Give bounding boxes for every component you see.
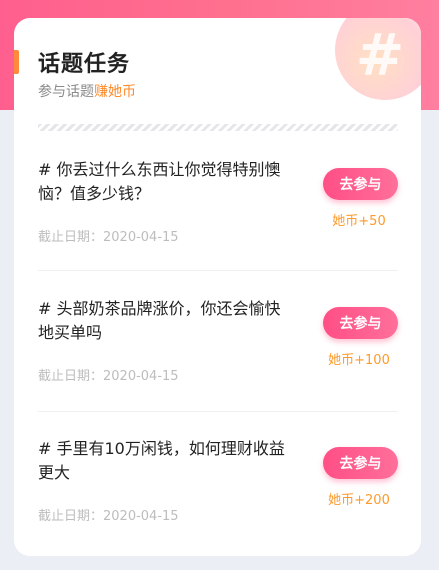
subtitle-highlight: 赚她币 — [94, 84, 136, 100]
row-divider — [38, 270, 398, 271]
task-title: # 你丢过什么东西让你觉得特别懊恼？值多少钱？ — [38, 160, 281, 203]
task-deadline: 截止日期：2020-04-15 — [38, 509, 179, 524]
task-deadline: 截止日期：2020-04-15 — [38, 230, 179, 245]
join-button[interactable]: 去参与 — [323, 307, 398, 339]
join-button[interactable]: 去参与 — [323, 168, 398, 200]
task-item: # 头部奶茶品牌涨价，你还会愉快地买单吗 截止日期：2020-04-15 去参与… — [38, 297, 398, 417]
task-title: # 头部奶茶品牌涨价，你还会愉快地买单吗 — [38, 299, 281, 342]
topic-task-card: # 话题任务 参与话题赚她币 # 你丢过什么东西让你觉得特别懊恼？值多少钱？ 截… — [14, 18, 421, 556]
task-item: # 手里有10万闲钱，如何理财收益更大 截止日期：2020-04-15 去参与 … — [38, 437, 398, 556]
striped-divider — [38, 124, 398, 131]
task-item: # 你丢过什么东西让你觉得特别懊恼？值多少钱？ 截止日期：2020-04-15 … — [38, 158, 398, 278]
task-reward: 她币+200 — [328, 493, 390, 508]
hashtag-icon: # — [355, 21, 405, 89]
subtitle-prefix: 参与话题 — [38, 84, 94, 100]
task-reward: 她币+50 — [332, 214, 386, 229]
task-reward: 她币+100 — [328, 353, 390, 368]
task-title: # 手里有10万闲钱，如何理财收益更大 — [38, 439, 285, 482]
title-accent-bar — [14, 50, 19, 74]
task-deadline: 截止日期：2020-04-15 — [38, 369, 179, 384]
page-subtitle: 参与话题赚她币 — [38, 81, 136, 101]
page-title: 话题任务 — [38, 52, 131, 77]
row-divider — [38, 411, 398, 412]
join-button[interactable]: 去参与 — [323, 447, 398, 479]
